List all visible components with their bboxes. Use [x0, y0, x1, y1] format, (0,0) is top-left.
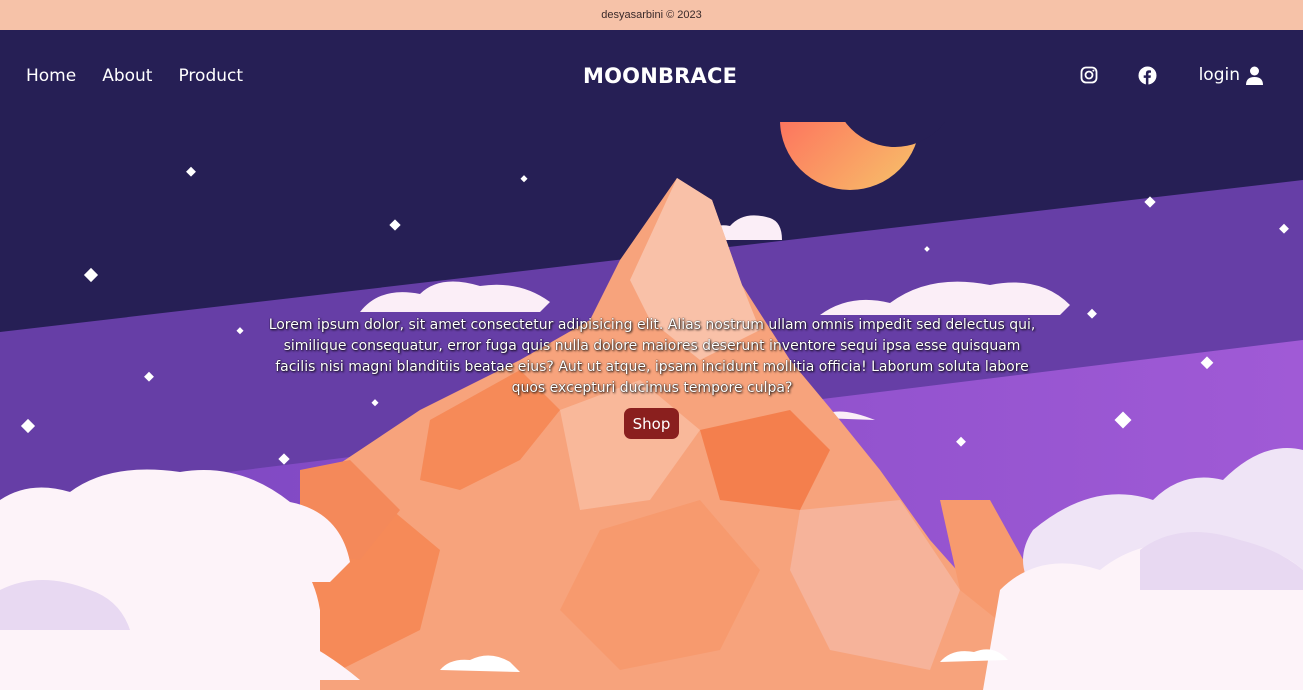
nav-actions: login: [1078, 64, 1263, 86]
copyright-text: desyasarbini © 2023: [601, 9, 702, 21]
nav-link-product[interactable]: Product: [178, 66, 243, 86]
nav-links: Home About Product: [26, 66, 243, 86]
hero-description: Lorem ipsum dolor, sit amet consectetur …: [268, 317, 1036, 396]
nav-link-about[interactable]: About: [102, 66, 152, 86]
login-button[interactable]: login: [1199, 65, 1263, 85]
login-label: login: [1198, 65, 1240, 85]
user-icon: [1246, 66, 1263, 85]
instagram-icon[interactable]: [1078, 64, 1100, 86]
nav-link-home[interactable]: Home: [26, 66, 76, 86]
copyright-bar: desyasarbini © 2023: [0, 0, 1303, 30]
shop-button[interactable]: Shop: [624, 408, 679, 439]
main-nav: Home About Product MOONBRACE login: [0, 30, 1303, 122]
brand-logo[interactable]: MOONBRACE: [583, 64, 737, 88]
facebook-icon[interactable]: [1137, 64, 1159, 86]
